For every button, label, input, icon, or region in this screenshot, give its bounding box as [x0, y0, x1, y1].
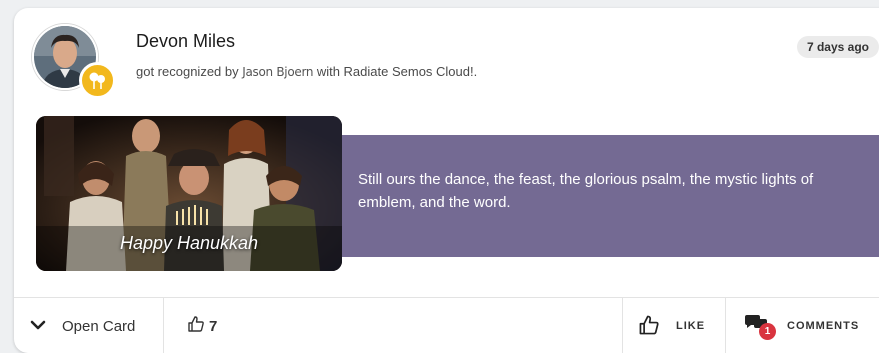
award-badge-icon — [79, 62, 116, 99]
recognition-description: got recognized by Jason Bjoern with Radi… — [136, 64, 477, 79]
likes-count: 7 — [209, 317, 218, 335]
footer-divider — [163, 298, 164, 353]
ecard-caption: Happy Hanukkah — [119, 233, 259, 253]
like-label: LIKE — [676, 320, 706, 332]
thumbs-up-icon — [187, 315, 209, 337]
open-card-label: Open Card — [62, 317, 136, 335]
thumbs-up-icon — [638, 314, 676, 339]
recognition-card: Devon Miles got recognized by Jason Bjoe… — [14, 8, 879, 353]
card-footer: Open Card 7 LIKE 1 COMMENTS — [14, 297, 879, 353]
ecard-image[interactable]: Happy Hanukkah — [36, 116, 342, 271]
footer-divider — [725, 298, 726, 353]
chevron-down-icon — [30, 318, 46, 335]
avatar-container — [32, 24, 116, 99]
footer-divider — [622, 298, 623, 353]
recognition-message: Still ours the dance, the feast, the glo… — [358, 171, 814, 211]
comments-count-badge: 1 — [759, 323, 776, 340]
comments-icon: 1 — [743, 314, 776, 340]
author-name[interactable]: Devon Miles — [136, 31, 235, 52]
recognizer-name[interactable]: Jason Bjoern — [242, 65, 313, 79]
comments-button[interactable]: 1 COMMENTS — [743, 298, 859, 353]
open-card-button[interactable]: Open Card — [30, 298, 135, 353]
action-prefix: got recognized by — [136, 64, 239, 79]
timestamp-badge: 7 days ago — [796, 36, 879, 58]
likes-counter[interactable]: 7 — [187, 298, 217, 353]
comments-label: COMMENTS — [787, 320, 860, 332]
like-button[interactable]: LIKE — [638, 298, 705, 353]
action-suffix: with Radiate Semos Cloud!. — [316, 64, 478, 79]
